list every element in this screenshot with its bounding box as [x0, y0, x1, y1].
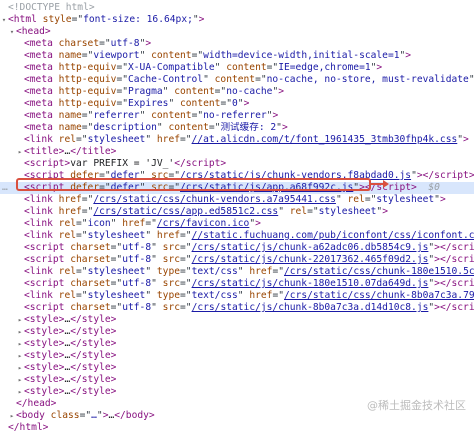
node-row[interactable]: <link rel="stylesheet" href="//at.alicdn… [0, 134, 474, 146]
node-markup: </html> [8, 422, 49, 433]
node-markup: <link rel="icon" href="/crs/favicon.ico"… [24, 218, 261, 229]
node-row[interactable]: <link rel="stylesheet" href="//static.fu… [0, 230, 474, 242]
selected-node-marker: … [2, 182, 8, 193]
node-row[interactable]: ▸ <style>…</style> [0, 338, 474, 350]
node-row[interactable]: ▾ <head> [0, 26, 474, 38]
expand-triangle-icon[interactable]: ▸ [16, 314, 24, 326]
node-row[interactable]: </html> [0, 422, 474, 434]
node-row[interactable]: <script charset="utf-8" src="/crs/static… [0, 242, 474, 254]
node-markup: <meta http-equiv="Cache-Control" content… [24, 74, 474, 85]
node-markup: </head> [16, 398, 57, 409]
node-row[interactable]: <link href="/crs/static/css/app.ed5851c2… [0, 206, 474, 218]
node-markup: <head> [16, 26, 51, 37]
node-markup: <meta http-equiv="Expires" content="0"> [24, 98, 250, 109]
node-row[interactable]: <meta http-equiv="Expires" content="0"> [0, 98, 474, 110]
collapse-triangle-icon[interactable]: ▾ [0, 14, 8, 26]
node-markup: <style>…</style> [24, 350, 117, 361]
node-row[interactable]: <meta http-equiv="X-UA-Compatible" conte… [0, 62, 474, 74]
expand-triangle-icon[interactable]: ▸ [16, 374, 24, 386]
node-markup: <style>…</style> [24, 362, 117, 373]
node-markup: <script>var PREFIX = 'JV_'</script> [24, 158, 227, 169]
node-markup: <meta name="description" content="测试缓存: … [24, 122, 288, 133]
node-row[interactable]: <script>var PREFIX = 'JV_'</script> [0, 158, 474, 170]
node-row[interactable]: <meta http-equiv="Cache-Control" content… [0, 74, 474, 86]
node-markup: <script defer="defer" src="/crs/static/j… [24, 170, 474, 181]
node-markup: <script charset="utf-8" src="/crs/static… [24, 302, 474, 313]
node-row[interactable]: <link rel="icon" href="/crs/favicon.ico"… [0, 218, 474, 230]
node-row[interactable]: <link rel="stylesheet" type="text/css" h… [0, 290, 474, 302]
collapse-triangle-icon[interactable]: ▾ [8, 26, 16, 38]
node-markup: <body class="…">…</body> [16, 410, 155, 421]
node-row[interactable]: <script charset="utf-8" src="/crs/static… [0, 254, 474, 266]
node-markup: <link rel="stylesheet" href="//at.alicdn… [24, 134, 469, 145]
node-row[interactable]: <meta name="viewport" content="width=dev… [0, 50, 474, 62]
node-row[interactable]: ▸ <style>…</style> [0, 350, 474, 362]
node-markup: <meta name="viewport" content="width=dev… [24, 50, 412, 61]
node-markup: <title>…</title> [24, 146, 117, 157]
node-row[interactable]: ▸ <style>…</style> [0, 314, 474, 326]
node-markup: <link href="/crs/static/css/app.ed5851c2… [24, 206, 388, 217]
node-markup: <link rel="stylesheet" type="text/css" h… [24, 266, 474, 277]
expand-triangle-icon[interactable]: ▸ [16, 338, 24, 350]
node-row[interactable]: ▸ <style>…</style> [0, 362, 474, 374]
node-row[interactable]: ▸ <style>…</style> [0, 326, 474, 338]
node-markup: <style>…</style> [24, 338, 117, 349]
node-row[interactable]: <meta name="description" content="测试缓存: … [0, 122, 474, 134]
node-row[interactable]: <script charset="utf-8" src="/crs/static… [0, 302, 474, 314]
node-markup: <html style="font-size: 16.64px;"> [8, 14, 205, 25]
node-markup: <link href="/crs/static/css/chunk-vendor… [24, 194, 446, 205]
node-markup: <!DOCTYPE html> [8, 2, 95, 13]
selected-node-row[interactable]: … <script defer="defer" src="/crs/static/… [0, 182, 474, 194]
expand-triangle-icon[interactable]: ▸ [8, 410, 16, 422]
expand-triangle-icon[interactable]: ▸ [16, 386, 24, 398]
node-row[interactable]: <meta name="referrer" content="no-referr… [0, 110, 474, 122]
node-markup: <style>…</style> [24, 386, 117, 397]
node-row[interactable]: <meta http-equiv="Pragma" content="no-ca… [0, 86, 474, 98]
node-markup: <style>…</style> [24, 374, 117, 385]
node-markup: <meta name="referrer" content="no-referr… [24, 110, 279, 121]
node-row[interactable]: <script defer="defer" src="/crs/static/j… [0, 170, 474, 182]
node-markup: <script charset="utf-8" src="/crs/static… [24, 242, 474, 253]
node-markup: <meta http-equiv="X-UA-Compatible" conte… [24, 62, 383, 73]
node-markup: <script defer="defer" src="/crs/static/j… [24, 182, 440, 193]
expand-triangle-icon[interactable]: ▸ [16, 146, 24, 158]
node-row[interactable]: ▾ <html style="font-size: 16.64px;"> [0, 14, 474, 26]
node-markup: <link rel="stylesheet" href="//static.fu… [24, 230, 474, 241]
expand-triangle-icon[interactable]: ▸ [16, 326, 24, 338]
elements-tree: <!DOCTYPE html> ▾ <html style="font-size: … [0, 0, 474, 433]
node-markup: <script charset="utf-8" src="/crs/static… [24, 254, 474, 265]
node-row[interactable]: <!DOCTYPE html> [0, 2, 474, 14]
expand-triangle-icon[interactable]: ▸ [16, 362, 24, 374]
node-markup: <script charset="utf-8" src="/crs/static… [24, 278, 474, 289]
node-row[interactable]: <meta charset="utf-8"> [0, 38, 474, 50]
node-markup: <meta http-equiv="Pragma" content="no-ca… [24, 86, 284, 97]
node-row[interactable]: <script charset="utf-8" src="/crs/static… [0, 278, 474, 290]
node-row[interactable]: ▸ <style>…</style> [0, 374, 474, 386]
node-row[interactable]: <link rel="stylesheet" type="text/css" h… [0, 266, 474, 278]
node-markup: <style>…</style> [24, 314, 117, 325]
node-row[interactable]: <link href="/crs/static/css/chunk-vendor… [0, 194, 474, 206]
node-markup: <meta charset="utf-8"> [24, 38, 152, 49]
node-markup: <style>…</style> [24, 326, 117, 337]
node-row[interactable]: ▸ <title>…</title> [0, 146, 474, 158]
expand-triangle-icon[interactable]: ▸ [16, 350, 24, 362]
watermark: @稀土掘金技术社区 [367, 399, 466, 412]
node-markup: <link rel="stylesheet" type="text/css" h… [24, 290, 474, 301]
